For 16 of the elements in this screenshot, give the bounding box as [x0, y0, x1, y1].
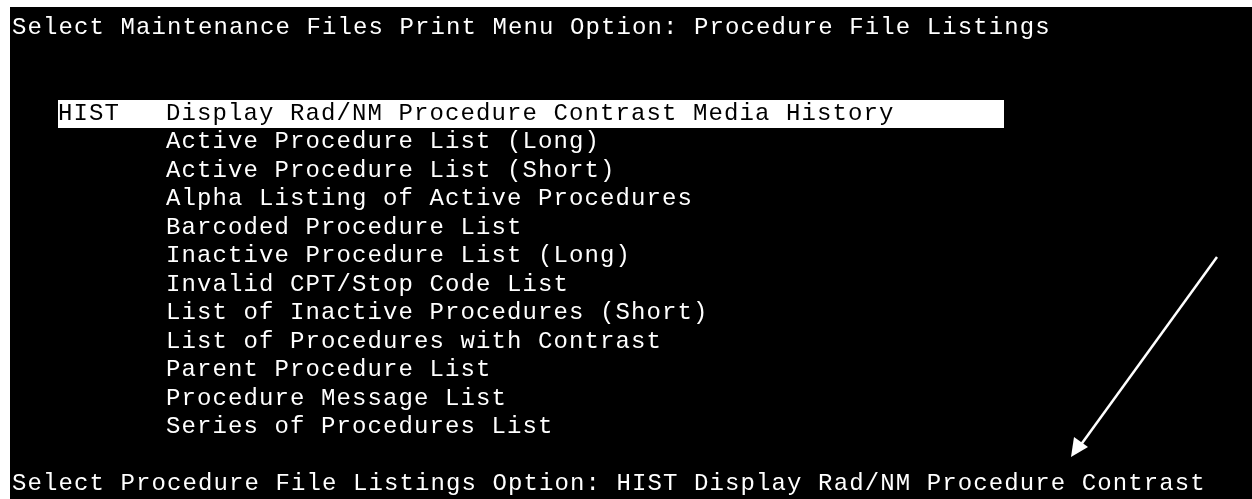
menu-option[interactable]: Active Procedure List (Long): [58, 128, 1004, 157]
menu-option[interactable]: Active Procedure List (Short): [58, 156, 1004, 185]
menu-option[interactable]: Procedure Message List: [58, 384, 1004, 413]
menu-option[interactable]: Invalid CPT/Stop Code List: [58, 270, 1004, 299]
menu-option[interactable]: Alpha Listing of Active Procedures: [58, 185, 1004, 214]
menu-option[interactable]: Barcoded Procedure List: [58, 213, 1004, 242]
menu-prompt: Select Maintenance Files Print Menu Option:: [12, 14, 679, 43]
typed-input[interactable]: HIST Display Rad/NM Procedure Contrast: [616, 470, 1206, 499]
menu-option[interactable]: List of Inactive Procedures (Short): [58, 299, 1004, 328]
menu-option[interactable]: List of Procedures with Contrast: [58, 327, 1004, 356]
menu-option[interactable]: Series of Procedures List: [58, 413, 1004, 442]
typed-response[interactable]: Procedure File Listings: [694, 14, 1051, 43]
option-prompt: Select Procedure File Listings Option:: [12, 470, 602, 499]
menu-option[interactable]: Inactive Procedure List (Long): [58, 242, 1004, 271]
menu-option[interactable]: Parent Procedure List: [58, 356, 1004, 385]
menu-option[interactable]: HIST Display Rad/NM Procedure Contrast Media History: [58, 99, 1004, 128]
